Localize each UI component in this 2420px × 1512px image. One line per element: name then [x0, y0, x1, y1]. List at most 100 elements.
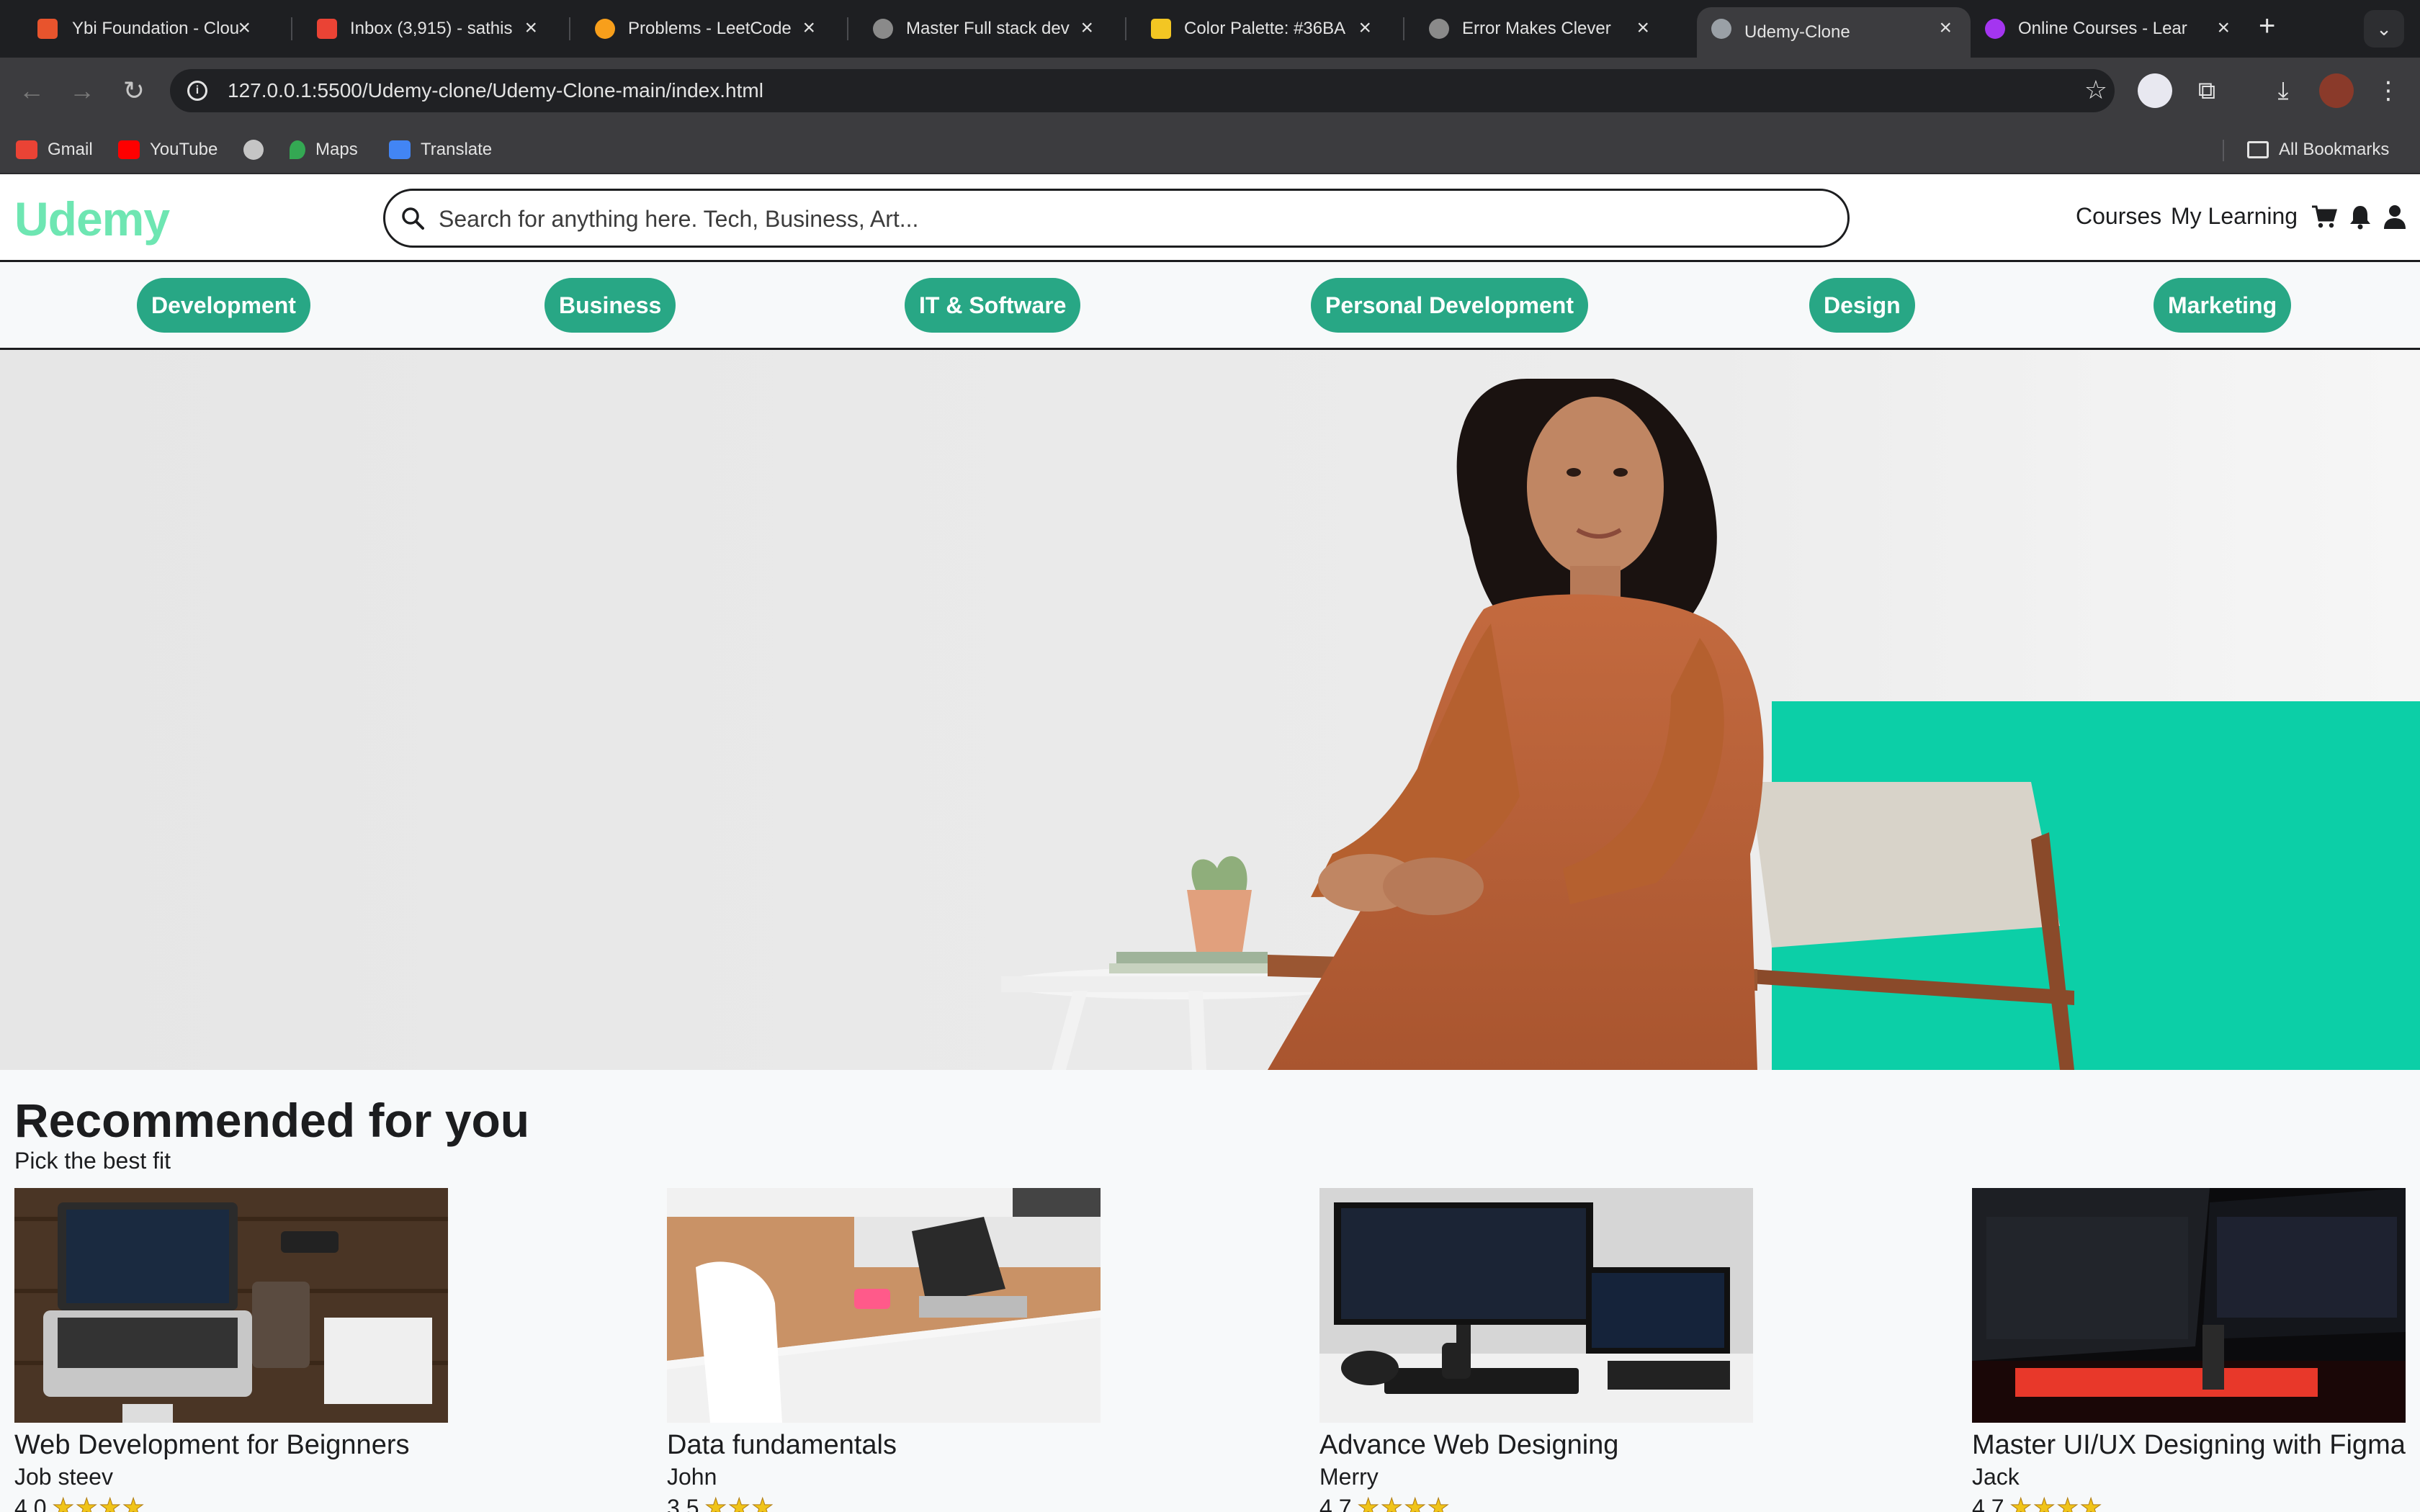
search-icon[interactable] — [401, 207, 424, 230]
folder-icon — [2247, 141, 2269, 158]
course-thumbnail[interactable] — [14, 1188, 448, 1423]
translate-icon — [389, 140, 411, 159]
bell-icon[interactable] — [2347, 203, 2374, 230]
profile-avatar[interactable] — [2319, 73, 2354, 108]
course-card[interactable]: Web Development for Beignners Job steev … — [14, 1188, 448, 1512]
course-thumbnail[interactable] — [1319, 1188, 1753, 1423]
close-tab-icon[interactable]: × — [2217, 16, 2230, 40]
browser-tab[interactable]: Error Makes Clever × — [1390, 7, 1668, 50]
close-tab-icon[interactable]: × — [524, 16, 537, 40]
rating-value: 3.5 — [667, 1494, 699, 1512]
close-tab-icon[interactable]: × — [238, 16, 251, 40]
all-bookmarks-label: All Bookmarks — [2279, 140, 2390, 159]
url-text[interactable]: 127.0.0.1:5500/Udemy-clone/Udemy-Clone-m… — [228, 79, 763, 102]
bookmark-label: Translate — [421, 140, 493, 159]
courses-link[interactable]: Courses — [2076, 203, 2161, 230]
bookmark-label: Gmail — [48, 140, 93, 159]
course-title[interactable]: Master UI/UX Designing with Figma — [1972, 1430, 2406, 1461]
course-author: Merry — [1319, 1464, 1379, 1490]
course-title[interactable]: Web Development for Beignners — [14, 1430, 448, 1461]
rating-value: 4.7 — [1319, 1494, 1352, 1512]
star-rating-icon: ★★★★ — [2009, 1494, 2104, 1512]
udemy-logo[interactable]: Udemy — [14, 192, 170, 246]
star-rating-icon: ★★★ — [704, 1494, 775, 1512]
bookmarks-bar: Gmail YouTube Maps Translate All Bookmar… — [0, 124, 2420, 174]
course-rating: 4.7 ★★★★ — [1319, 1493, 1753, 1512]
extension-avatar-icon[interactable] — [2138, 73, 2172, 108]
rating-value: 4.7 — [1972, 1494, 2004, 1512]
close-tab-icon[interactable]: × — [1636, 16, 1649, 40]
user-icon[interactable] — [2381, 203, 2408, 230]
star-rating-icon: ★★★★ — [52, 1494, 146, 1512]
browser-tab[interactable]: Color Palette: #36BA × — [1112, 7, 1390, 50]
course-thumbnail[interactable] — [1972, 1188, 2406, 1423]
category-bar: Development Business IT & Software Perso… — [0, 262, 2420, 350]
back-arrow-icon[interactable]: ← — [13, 72, 50, 109]
bookmark-youtube[interactable]: YouTube — [118, 137, 218, 163]
more-menu-icon[interactable]: ⋮ — [2370, 72, 2407, 109]
bookmark-globe[interactable] — [243, 137, 274, 163]
close-tab-icon[interactable]: × — [1358, 16, 1371, 40]
tab-title: Error Makes Clever — [1462, 19, 1611, 38]
tab-title: Inbox (3,915) - sathis — [350, 19, 513, 38]
course-rating: 4.0 ★★★★ — [14, 1493, 448, 1512]
youtube-icon — [118, 140, 140, 159]
browser-tab[interactable]: Online Courses - Lear × — [1971, 7, 2249, 50]
globe-favicon-icon — [1711, 19, 1731, 39]
course-author: John — [667, 1464, 717, 1490]
section-title: Recommended for you — [14, 1094, 530, 1147]
my-learning-link[interactable]: My Learning — [2171, 203, 2298, 230]
course-card[interactable]: Data fundamentals John 3.5 ★★★ — [667, 1188, 1101, 1512]
course-card[interactable]: Master UI/UX Designing with Figma Jack 4… — [1972, 1188, 2406, 1512]
category-marketing[interactable]: Marketing — [2154, 278, 2292, 333]
reload-icon[interactable]: ↻ — [115, 72, 153, 109]
bookmark-maps[interactable]: Maps — [290, 137, 358, 163]
extensions-puzzle-icon[interactable]: ⧉ — [2188, 72, 2226, 109]
hero-image — [0, 350, 2420, 1070]
rating-value: 4.0 — [14, 1494, 47, 1512]
category-development[interactable]: Development — [137, 278, 310, 333]
site-favicon-icon — [873, 19, 893, 39]
category-business[interactable]: Business — [544, 278, 676, 333]
search-input[interactable] — [439, 201, 1793, 237]
address-bar[interactable]: i 127.0.0.1:5500/Udemy-clone/Udemy-Clone… — [170, 69, 2115, 112]
bookmark-translate[interactable]: Translate — [389, 137, 492, 163]
maps-icon — [290, 140, 305, 159]
site-favicon-icon — [1429, 19, 1449, 39]
all-bookmarks[interactable]: All Bookmarks — [2247, 137, 2389, 163]
globe-icon — [243, 140, 264, 160]
browser-tab-active[interactable]: Udemy-Clone × — [1697, 7, 1971, 58]
course-title[interactable]: Advance Web Designing — [1319, 1430, 1753, 1461]
course-title[interactable]: Data fundamentals — [667, 1430, 1101, 1461]
site-info-icon[interactable]: i — [187, 81, 207, 101]
search-bar[interactable] — [383, 189, 1850, 248]
download-icon[interactable]: ⤓ — [2264, 72, 2302, 109]
browser-toolbar: ← → ↻ i 127.0.0.1:5500/Udemy-clone/Udemy… — [0, 58, 2420, 124]
bookmark-gmail[interactable]: Gmail — [16, 137, 93, 163]
category-it-software[interactable]: IT & Software — [905, 278, 1081, 333]
browser-tab[interactable]: Ybi Foundation - Clou × — [0, 7, 269, 50]
forward-arrow-icon[interactable]: → — [63, 72, 101, 109]
category-personal-development[interactable]: Personal Development — [1311, 278, 1588, 333]
tab-title: Master Full stack dev — [906, 19, 1070, 38]
browser-tab-bar: Ybi Foundation - Clou × Inbox (3,915) - … — [0, 0, 2420, 58]
new-tab-icon[interactable]: + — [2259, 10, 2275, 42]
category-design[interactable]: Design — [1809, 278, 1915, 333]
close-tab-icon[interactable]: × — [802, 16, 815, 40]
star-rating-icon: ★★★★ — [1357, 1494, 1451, 1512]
bookmark-star-icon[interactable]: ☆ — [2084, 75, 2107, 105]
browser-tab[interactable]: Inbox (3,915) - sathis × — [278, 7, 556, 50]
close-tab-icon[interactable]: × — [1939, 16, 1952, 40]
course-card[interactable]: Advance Web Designing Merry 4.7 ★★★★ — [1319, 1188, 1753, 1512]
browser-tab[interactable]: Problems - LeetCode × — [556, 7, 834, 50]
hero-banner — [0, 350, 2420, 1070]
cart-icon[interactable] — [2311, 203, 2338, 230]
close-tab-icon[interactable]: × — [1080, 16, 1093, 40]
bookmarks-divider — [2223, 140, 2224, 161]
course-rating: 4.7 ★★★★ — [1972, 1493, 2406, 1512]
tab-title: Ybi Foundation - Clou — [72, 19, 240, 38]
udemy-favicon-icon — [1985, 19, 2005, 39]
course-thumbnail[interactable] — [667, 1188, 1101, 1423]
browser-tab[interactable]: Master Full stack dev × — [834, 7, 1112, 50]
tab-search-chevron-icon[interactable]: ⌄ — [2364, 10, 2404, 48]
